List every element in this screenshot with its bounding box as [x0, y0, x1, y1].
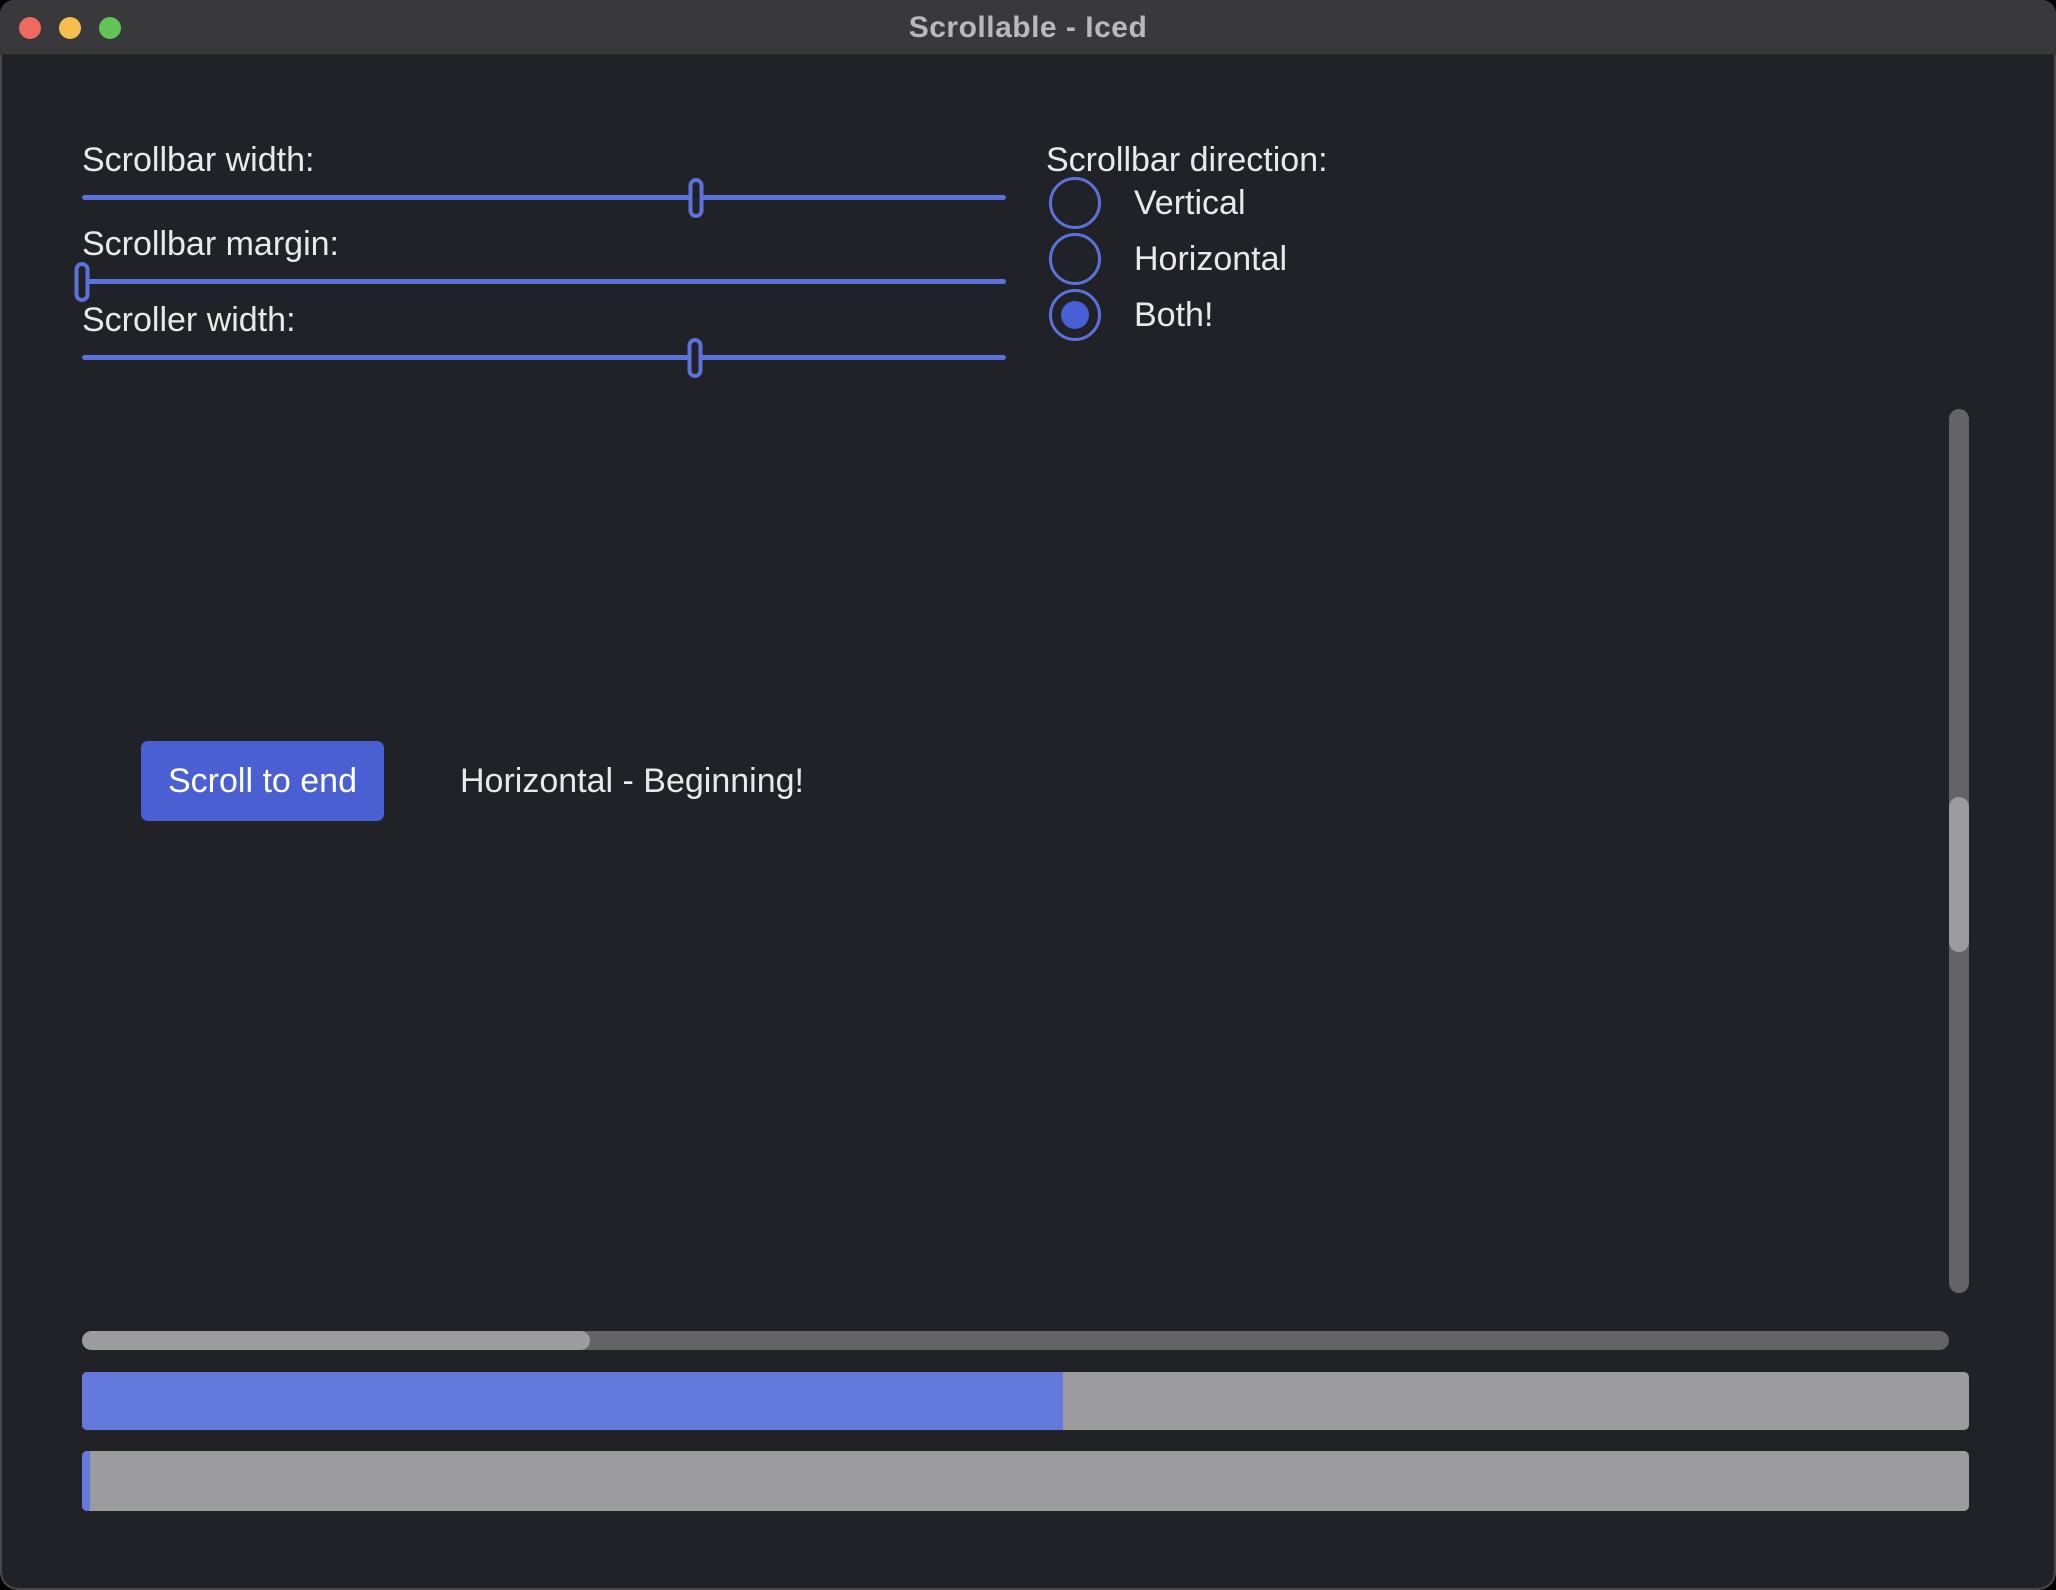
titlebar: Scrollable - Iced	[0, 0, 2056, 55]
window-title: Scrollable - Iced	[0, 11, 2056, 45]
scrollbar-width-label: Scrollbar width:	[82, 140, 314, 180]
horizontal-scrollbar-thumb[interactable]	[82, 1331, 590, 1350]
progress-bar-fill	[82, 1451, 90, 1511]
progress-bar	[82, 1372, 1969, 1430]
horizontal-scrollbar-track[interactable]	[82, 1331, 1949, 1350]
slider-rail[interactable]	[82, 279, 1006, 284]
radio-option-horizontal[interactable]: Horizontal	[1049, 233, 1287, 285]
scroller-width-slider[interactable]	[82, 338, 1006, 378]
scrollbar-margin-slider[interactable]	[82, 262, 1006, 302]
radio-label: Both!	[1134, 296, 1213, 335]
radio-option-both[interactable]: Both!	[1049, 289, 1213, 341]
app-window: Scrollable - Iced Scrollbar width: Scrol…	[0, 0, 2056, 1590]
radio-label: Horizontal	[1134, 240, 1287, 279]
scroll-status-text: Horizontal - Beginning!	[460, 761, 804, 801]
slider-handle[interactable]	[689, 178, 704, 218]
scrollbar-width-slider[interactable]	[82, 178, 1006, 218]
slider-handle[interactable]	[75, 262, 90, 302]
radio-icon	[1049, 177, 1101, 229]
scroll-to-end-button[interactable]: Scroll to end	[141, 741, 384, 821]
slider-rail[interactable]	[82, 195, 1006, 200]
radio-label: Vertical	[1134, 184, 1246, 223]
scroller-width-label: Scroller width:	[82, 300, 296, 340]
slider-handle[interactable]	[687, 338, 702, 378]
radio-icon	[1049, 289, 1101, 341]
progress-bar-fill	[82, 1372, 1063, 1430]
radio-option-vertical[interactable]: Vertical	[1049, 177, 1246, 229]
slider-rail[interactable]	[82, 355, 1006, 360]
progress-bar	[82, 1451, 1969, 1511]
vertical-scrollbar-track[interactable]	[1949, 409, 1969, 1293]
radio-icon	[1049, 233, 1101, 285]
scrollbar-margin-label: Scrollbar margin:	[82, 224, 339, 264]
vertical-scrollbar-thumb[interactable]	[1949, 797, 1969, 952]
scrollbar-direction-label: Scrollbar direction:	[1046, 140, 1328, 180]
